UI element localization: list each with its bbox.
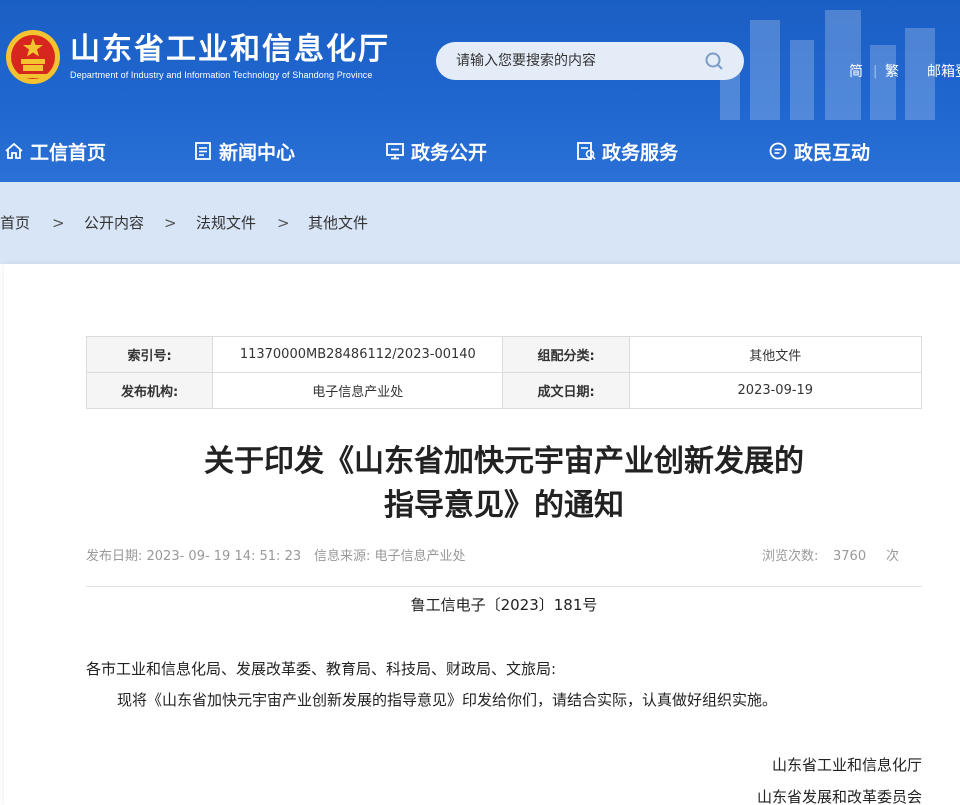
site-subtitle: Department of Industry and Information T… (70, 70, 373, 80)
breadcrumb-other-files[interactable]: 其他文件 (308, 213, 368, 233)
nav-gov-services[interactable]: 政务服务 (576, 135, 678, 167)
search-icon[interactable] (704, 51, 724, 71)
monitor-icon (386, 143, 404, 160)
signer-2: 山东省发展和改革委员会 (756, 788, 922, 805)
service-icon (577, 142, 596, 160)
org-value: 电子信息产业处 (212, 372, 504, 409)
nav-home[interactable]: 工信首页 (4, 135, 106, 167)
divider (86, 586, 922, 587)
metadata-table: 索引号: 11370000MB28486112/2023-00140 组配分类:… (85, 336, 923, 409)
article-title: 关于印发《山东省加快元宇宙产业创新发展的 指导意见》的通知 (86, 440, 922, 528)
breadcrumb-regulations[interactable]: 法规文件 (196, 213, 256, 233)
breadcrumb-home[interactable]: 首页 (0, 213, 30, 233)
nav-label: 新闻中心 (219, 141, 296, 164)
nav-label: 政务公开 (411, 141, 488, 164)
national-emblem-logo[interactable] (4, 28, 62, 86)
info-source: 信息来源: 电子信息产业处 (314, 549, 466, 564)
date-value: 2023-09-19 (628, 372, 923, 409)
index-label: 索引号: (85, 336, 214, 373)
chat-icon (769, 142, 787, 160)
publish-date: 发布日期: 2023- 09- 19 14: 51: 23 (86, 549, 302, 564)
nav-label: 政务服务 (602, 141, 679, 164)
search-input[interactable] (456, 51, 696, 71)
nav-label: 工信首页 (30, 141, 107, 164)
nav-gov-affairs[interactable]: 政务公开 (385, 135, 487, 167)
category-value: 其他文件 (628, 336, 923, 373)
lang-separator: | (873, 64, 878, 79)
index-value: 11370000MB28486112/2023-00140 (212, 336, 504, 373)
nav-news[interactable]: 新闻中心 (193, 135, 295, 167)
news-icon (195, 142, 211, 160)
search-box[interactable] (436, 42, 744, 80)
mailbox-link[interactable]: 邮箱登录 (927, 63, 960, 81)
category-label: 组配分类: (502, 336, 630, 373)
breadcrumb-separator: > (52, 214, 65, 232)
home-icon (5, 142, 23, 159)
date-label: 成文日期: (502, 372, 630, 409)
recipients-line: 各市工业和信息化局、发展改革委、教育局、科技局、财政局、文旅局: (86, 660, 557, 678)
breadcrumb-separator: > (164, 214, 177, 232)
lang-simplified[interactable]: 简 (849, 63, 863, 81)
org-label: 发布机构: (85, 372, 214, 409)
nav-interaction[interactable]: 政民互动 (768, 135, 870, 167)
signer-1: 山东省工业和信息化厅 (771, 756, 922, 774)
article-title-line-1: 关于印发《山东省加快元宇宙产业创新发展的 (204, 444, 804, 479)
nav-label: 政民互动 (794, 141, 871, 164)
views-label: 浏览次数: (762, 549, 819, 564)
views-count: 3760 (833, 549, 867, 564)
body-paragraph: 现将《山东省加快元宇宙产业创新发展的指导意见》印发给你们，请结合实际，认真做好组… (117, 691, 778, 709)
views-unit: 次 (886, 549, 900, 564)
site-title[interactable]: 山东省工业和信息化厅 (70, 33, 390, 67)
breadcrumb-separator: > (277, 214, 290, 232)
lang-traditional[interactable]: 繁 (885, 63, 899, 81)
document-number: 鲁工信电子〔2023〕181号 (410, 596, 598, 614)
breadcrumb-public-content[interactable]: 公开内容 (84, 213, 144, 233)
article-title-line-2: 指导意见》的通知 (384, 488, 624, 523)
